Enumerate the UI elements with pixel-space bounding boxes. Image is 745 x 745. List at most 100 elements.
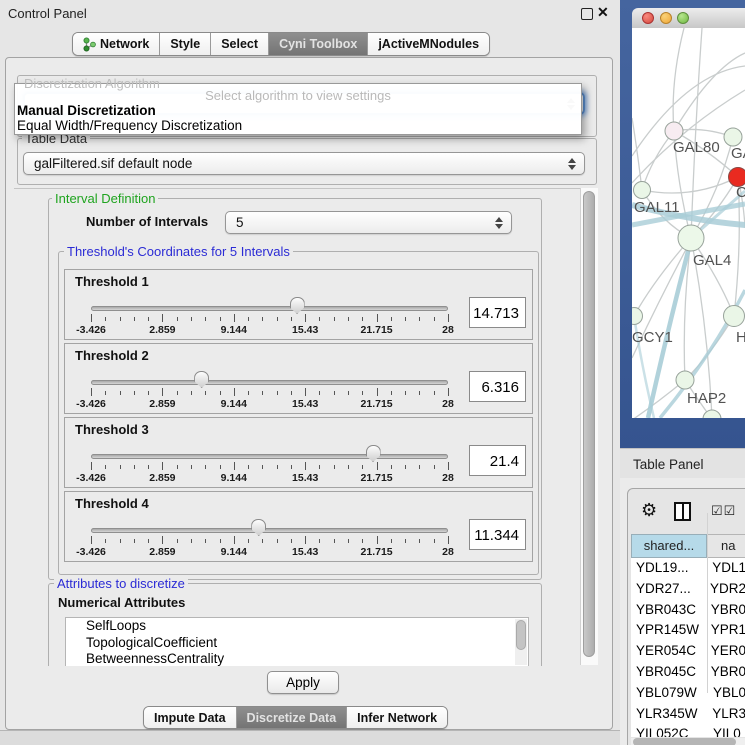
popup-item-manual-discretization[interactable]: Manual Discretization xyxy=(17,103,156,118)
network-node[interactable] xyxy=(665,122,683,140)
network-node-label: H xyxy=(736,329,745,346)
threshold-slider-thumb[interactable] xyxy=(366,445,381,462)
threshold-slider-track[interactable] xyxy=(91,454,448,459)
threshold-slider-track[interactable] xyxy=(91,380,448,385)
attribute-item[interactable]: TopologicalCoefficient xyxy=(66,635,528,652)
popup-item-equal-width-frequency[interactable]: Equal Width/Frequency Discretization xyxy=(17,118,242,133)
threshold-slider-thumb[interactable] xyxy=(251,519,266,536)
network-window-titlebar[interactable] xyxy=(632,8,745,29)
threshold-value-field[interactable]: 11.344 xyxy=(469,519,526,550)
threshold-1-panel: Threshold 1 -3.4262.8599.14415.4321.7152… xyxy=(64,269,533,340)
numerical-attributes-label: Numerical Attributes xyxy=(58,595,185,610)
tab-style[interactable]: Style xyxy=(159,33,210,55)
slider-tick-labels: -3.4262.8599.14415.4321.71528 xyxy=(91,398,448,410)
traffic-light-minimize[interactable] xyxy=(660,12,672,24)
table-panel-inner: ⚙ ☑☑ shared... na YDL19...YDL1YDR27...YD… xyxy=(627,488,745,745)
table-data-select[interactable]: galFiltered.sif default node xyxy=(23,152,585,175)
threshold-3-panel: Threshold 3 -3.4262.8599.14415.4321.7152… xyxy=(64,417,533,488)
network-node[interactable] xyxy=(724,306,745,327)
attribute-item[interactable]: BetweennessCentrality xyxy=(66,651,528,666)
table-row[interactable]: YBL079WYBL0 xyxy=(631,683,745,704)
gear-icon[interactable]: ⚙ xyxy=(641,501,657,519)
tab-select[interactable]: Select xyxy=(210,33,268,55)
table-row[interactable]: YLR345WYLR3 xyxy=(631,704,745,725)
settings-scrollbar[interactable] xyxy=(580,188,598,665)
slider-ticks xyxy=(91,314,448,324)
table-row[interactable]: YPR145WYPR1 xyxy=(631,620,745,641)
network-node-label: GAL11 xyxy=(634,199,680,216)
network-node-label: GCY1 xyxy=(632,329,673,346)
tab-jactivemnodules[interactable]: jActiveMNodules xyxy=(367,33,489,55)
column-header-name[interactable]: na xyxy=(707,534,745,558)
slider-tick-labels: -3.4262.8599.14415.4321.71528 xyxy=(91,546,448,558)
tab-discretize-data[interactable]: Discretize Data xyxy=(236,707,347,728)
network-node-label: C xyxy=(736,184,745,201)
threshold-value-field[interactable]: 6.316 xyxy=(469,371,526,402)
list-scrollbar[interactable] xyxy=(515,619,527,665)
numerical-attributes-list: SelfLoopsTopologicalCoefficientBetweenne… xyxy=(65,617,529,666)
traffic-light-close[interactable] xyxy=(642,12,654,24)
slider-ticks xyxy=(91,536,448,546)
threshold-label: Threshold 4 xyxy=(75,496,149,511)
traffic-light-zoom[interactable] xyxy=(677,12,689,24)
table-header-row: shared... na xyxy=(631,534,745,558)
tab-network[interactable]: Network xyxy=(73,33,159,55)
float-window-icon[interactable] xyxy=(581,8,593,20)
table-row[interactable]: YBR043CYBR0 xyxy=(631,600,745,621)
column-header-shared-name[interactable]: shared... xyxy=(631,534,707,558)
attribute-item[interactable]: SelfLoops xyxy=(66,618,528,635)
network-node[interactable] xyxy=(724,128,742,146)
table-hscrollbar-thumb[interactable] xyxy=(633,738,736,745)
table-rows: YDL19...YDL1YDR27...YDR2YBR043CYBR0YPR14… xyxy=(631,558,745,737)
app-window: Control Panel ✕ Network Style Select Cyn… xyxy=(0,0,745,745)
network-node[interactable] xyxy=(632,308,643,325)
algorithm-group-title: Discretization Algorithm xyxy=(24,76,160,91)
node-table: shared... na YDL19...YDL1YDR27...YDR2YBR… xyxy=(631,534,745,737)
list-scrollbar-thumb[interactable] xyxy=(516,620,526,650)
slider-ticks xyxy=(91,462,448,472)
threshold-label: Threshold 3 xyxy=(75,422,149,437)
checkbox-icons[interactable]: ☑☑ xyxy=(711,503,736,519)
settings-scrollbar-thumb[interactable] xyxy=(583,191,595,657)
tab-impute-data[interactable]: Impute Data xyxy=(144,707,236,728)
network-canvas[interactable]: GAL80GACGAL11GAL4GCY1HHAP2 xyxy=(632,28,745,418)
bottom-tab-bar: Impute Data Discretize Data Infer Networ… xyxy=(143,706,448,729)
column-separator xyxy=(707,513,708,693)
slider-tick-labels: -3.4262.8599.14415.4321.71528 xyxy=(91,324,448,336)
thresholds-group-title: Threshold's Coordinates for 5 Intervals xyxy=(64,244,293,259)
network-icon xyxy=(83,37,96,52)
threshold-4-panel: Threshold 4 -3.4262.8599.14415.4321.7152… xyxy=(64,491,533,562)
network-node-label: GAL80 xyxy=(673,139,720,156)
num-intervals-label: Number of Intervals xyxy=(86,214,208,229)
table-panel-title: Table Panel xyxy=(633,457,704,472)
table-row[interactable]: YER054CYER0 xyxy=(631,641,745,662)
num-intervals-select[interactable]: 5 xyxy=(225,211,512,234)
table-hscrollbar[interactable] xyxy=(631,738,745,745)
threshold-value-field[interactable]: 14.713 xyxy=(469,297,526,328)
bottom-strip xyxy=(0,730,620,745)
table-panel-body: ⚙ ☑☑ shared... na YDL19...YDL1YDR27...YD… xyxy=(620,478,745,745)
network-node[interactable] xyxy=(634,182,651,199)
network-node[interactable] xyxy=(676,371,694,389)
tab-infer-network[interactable]: Infer Network xyxy=(346,707,447,728)
threshold-value-field[interactable]: 21.4 xyxy=(469,445,526,476)
attributes-group-title: Attributes to discretize xyxy=(54,576,188,591)
combo-arrows-icon xyxy=(495,217,503,229)
attribute-items: SelfLoopsTopologicalCoefficientBetweenne… xyxy=(66,618,528,666)
threshold-slider-thumb[interactable] xyxy=(290,297,305,314)
split-view-icon[interactable] xyxy=(674,502,691,521)
table-panel-header: Table Panel xyxy=(620,448,745,479)
apply-button[interactable]: Apply xyxy=(267,671,339,694)
threshold-slider-track[interactable] xyxy=(91,528,448,533)
slider-tick-labels: -3.4262.8599.14415.4321.71528 xyxy=(91,472,448,484)
threshold-slider-thumb[interactable] xyxy=(194,371,209,388)
table-row[interactable]: YDL19...YDL1 xyxy=(631,558,745,579)
threshold-slider-track[interactable] xyxy=(91,306,448,311)
table-row[interactable]: YIL052CYIL0 xyxy=(631,724,745,737)
tab-cyni-toolbox[interactable]: Cyni Toolbox xyxy=(268,33,367,55)
table-row[interactable]: YBR045CYBR0 xyxy=(631,662,745,683)
close-icon[interactable]: ✕ xyxy=(597,4,609,21)
network-node[interactable] xyxy=(678,225,704,251)
interval-definition-title: Interval Definition xyxy=(52,191,158,206)
table-row[interactable]: YDR27...YDR2 xyxy=(631,579,745,600)
